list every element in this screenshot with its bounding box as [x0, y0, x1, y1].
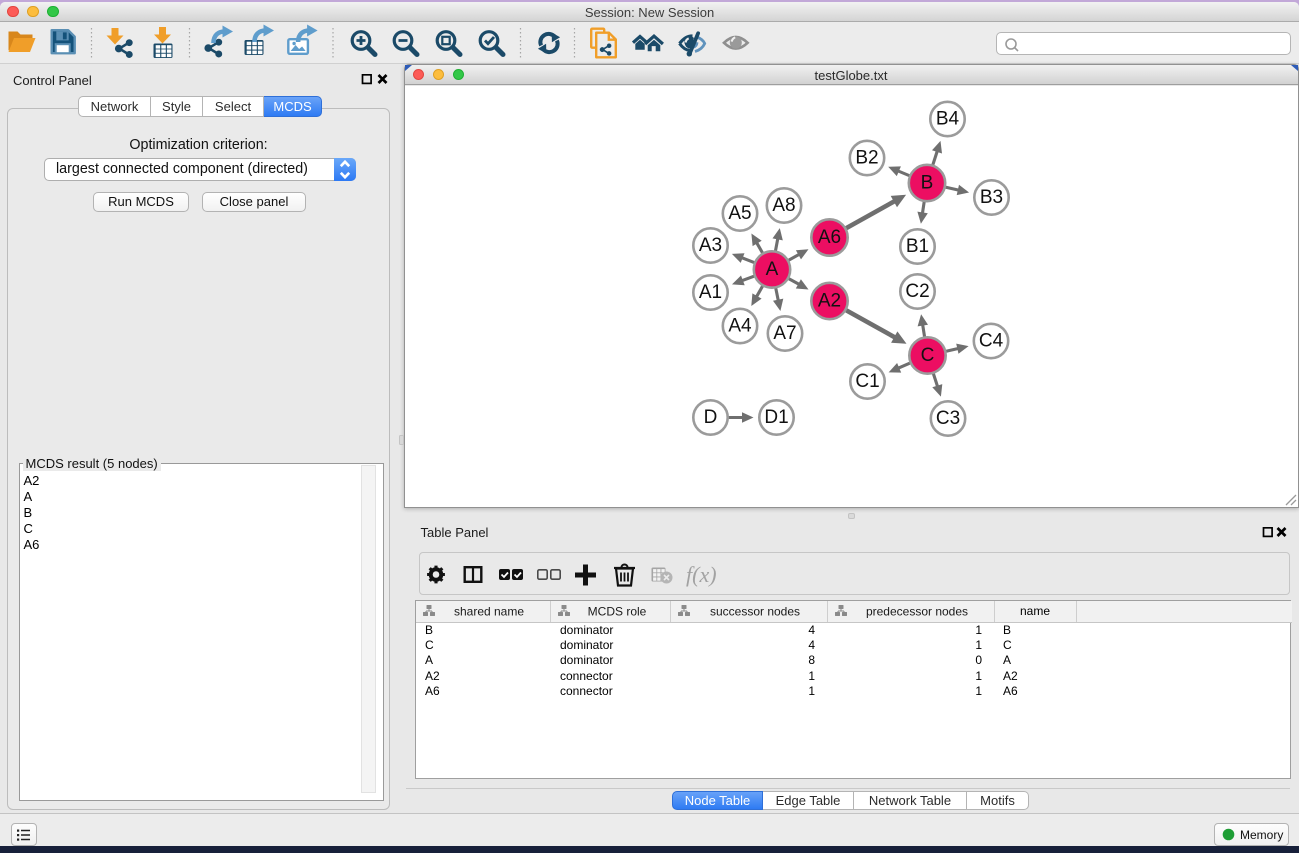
svg-text:A3: A3 [698, 235, 721, 256]
svg-text:D1: D1 [764, 407, 788, 428]
svg-text:C2: C2 [905, 281, 929, 302]
svg-text:B2: B2 [855, 148, 878, 169]
svg-text:predecessor nodes: predecessor nodes [865, 604, 967, 618]
svg-text:B1: B1 [905, 236, 928, 257]
svg-text:f(x): f(x) [686, 562, 717, 587]
svg-text:C: C [920, 345, 934, 366]
svg-text:D: D [703, 407, 717, 428]
svg-text:MCDS role: MCDS role [587, 604, 646, 618]
svg-text:A6: A6 [817, 227, 840, 248]
svg-text:C3: C3 [935, 408, 959, 429]
svg-text:successor nodes: successor nodes [709, 604, 799, 618]
svg-text:C4: C4 [978, 331, 1003, 352]
svg-text:A8: A8 [772, 195, 795, 216]
svg-text:B: B [920, 173, 933, 194]
svg-text:A: A [765, 259, 778, 280]
svg-text:A5: A5 [728, 203, 751, 224]
svg-text:B4: B4 [935, 109, 959, 130]
svg-text:shared name: shared name [454, 604, 524, 618]
svg-text:A4: A4 [728, 316, 752, 337]
svg-text:A7: A7 [773, 323, 796, 344]
svg-text:B3: B3 [979, 187, 1002, 208]
svg-text:A2: A2 [817, 291, 840, 312]
svg-text:A1: A1 [698, 282, 721, 303]
svg-text:C1: C1 [855, 371, 879, 392]
